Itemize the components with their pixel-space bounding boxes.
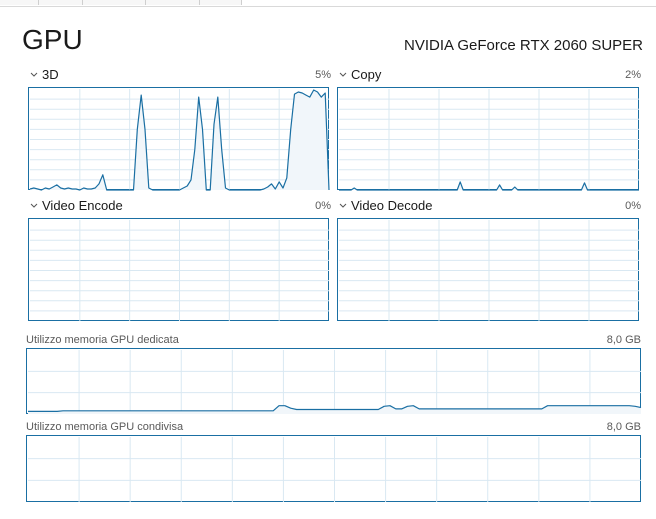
chevron-down-icon[interactable]	[339, 72, 347, 78]
gpu-name: NVIDIA GeForce RTX 2060 SUPER	[404, 37, 643, 54]
tab-hidden-3[interactable]	[83, 0, 146, 5]
tab-hidden-2[interactable]	[39, 0, 83, 5]
shared-memory-graph	[26, 435, 641, 502]
tab-strip	[0, 0, 656, 7]
shared-memory-chart	[28, 437, 641, 502]
engine-video-decode-header[interactable]: Video Decode 0%	[337, 198, 641, 214]
engine-3d-graph	[28, 87, 330, 191]
engine-video-encode-value: 0%	[315, 200, 331, 212]
tab-hidden-1[interactable]	[0, 0, 39, 5]
tab-hidden-4[interactable]	[146, 0, 200, 5]
engine-copy-chart	[339, 89, 639, 191]
engine-video-encode-chart	[30, 220, 329, 321]
engine-3d-header[interactable]: 3D 5%	[28, 67, 331, 83]
chevron-down-icon[interactable]	[30, 203, 38, 209]
engine-3d-value: 5%	[315, 69, 331, 81]
dedicated-memory-label: Utilizzo memoria GPU dedicata	[26, 334, 179, 346]
engine-3d-label: 3D	[42, 67, 59, 82]
shared-memory-value: 8,0 GB	[606, 421, 641, 433]
engine-video-decode-label: Video Decode	[351, 198, 433, 213]
engine-copy-label: Copy	[351, 67, 382, 82]
dedicated-memory-graph	[26, 348, 642, 414]
dedicated-memory-header: Utilizzo memoria GPU dedicata 8,0 GB	[26, 333, 641, 347]
engine-video-encode-header[interactable]: Video Encode 0%	[28, 198, 331, 214]
engine-video-decode-graph	[337, 218, 639, 321]
engine-copy-graph	[337, 87, 639, 191]
shared-memory-header: Utilizzo memoria GPU condivisa 8,0 GB	[26, 420, 641, 434]
engine-3d-chart	[29, 89, 330, 191]
engine-copy-value: 2%	[625, 69, 641, 81]
page-title: GPU	[22, 24, 83, 55]
engine-video-encode-label: Video Encode	[42, 198, 123, 213]
dedicated-memory-value: 8,0 GB	[606, 334, 641, 346]
chevron-down-icon[interactable]	[30, 72, 38, 78]
engine-video-encode-graph	[28, 218, 329, 321]
engine-copy-header[interactable]: Copy 2%	[337, 67, 641, 83]
tab-hidden-5[interactable]	[200, 0, 242, 5]
shared-memory-label: Utilizzo memoria GPU condivisa	[26, 421, 184, 433]
dedicated-memory-chart	[28, 350, 642, 414]
engine-video-decode-value: 0%	[625, 200, 641, 212]
engine-video-decode-chart	[339, 220, 639, 321]
chevron-down-icon[interactable]	[339, 203, 347, 209]
